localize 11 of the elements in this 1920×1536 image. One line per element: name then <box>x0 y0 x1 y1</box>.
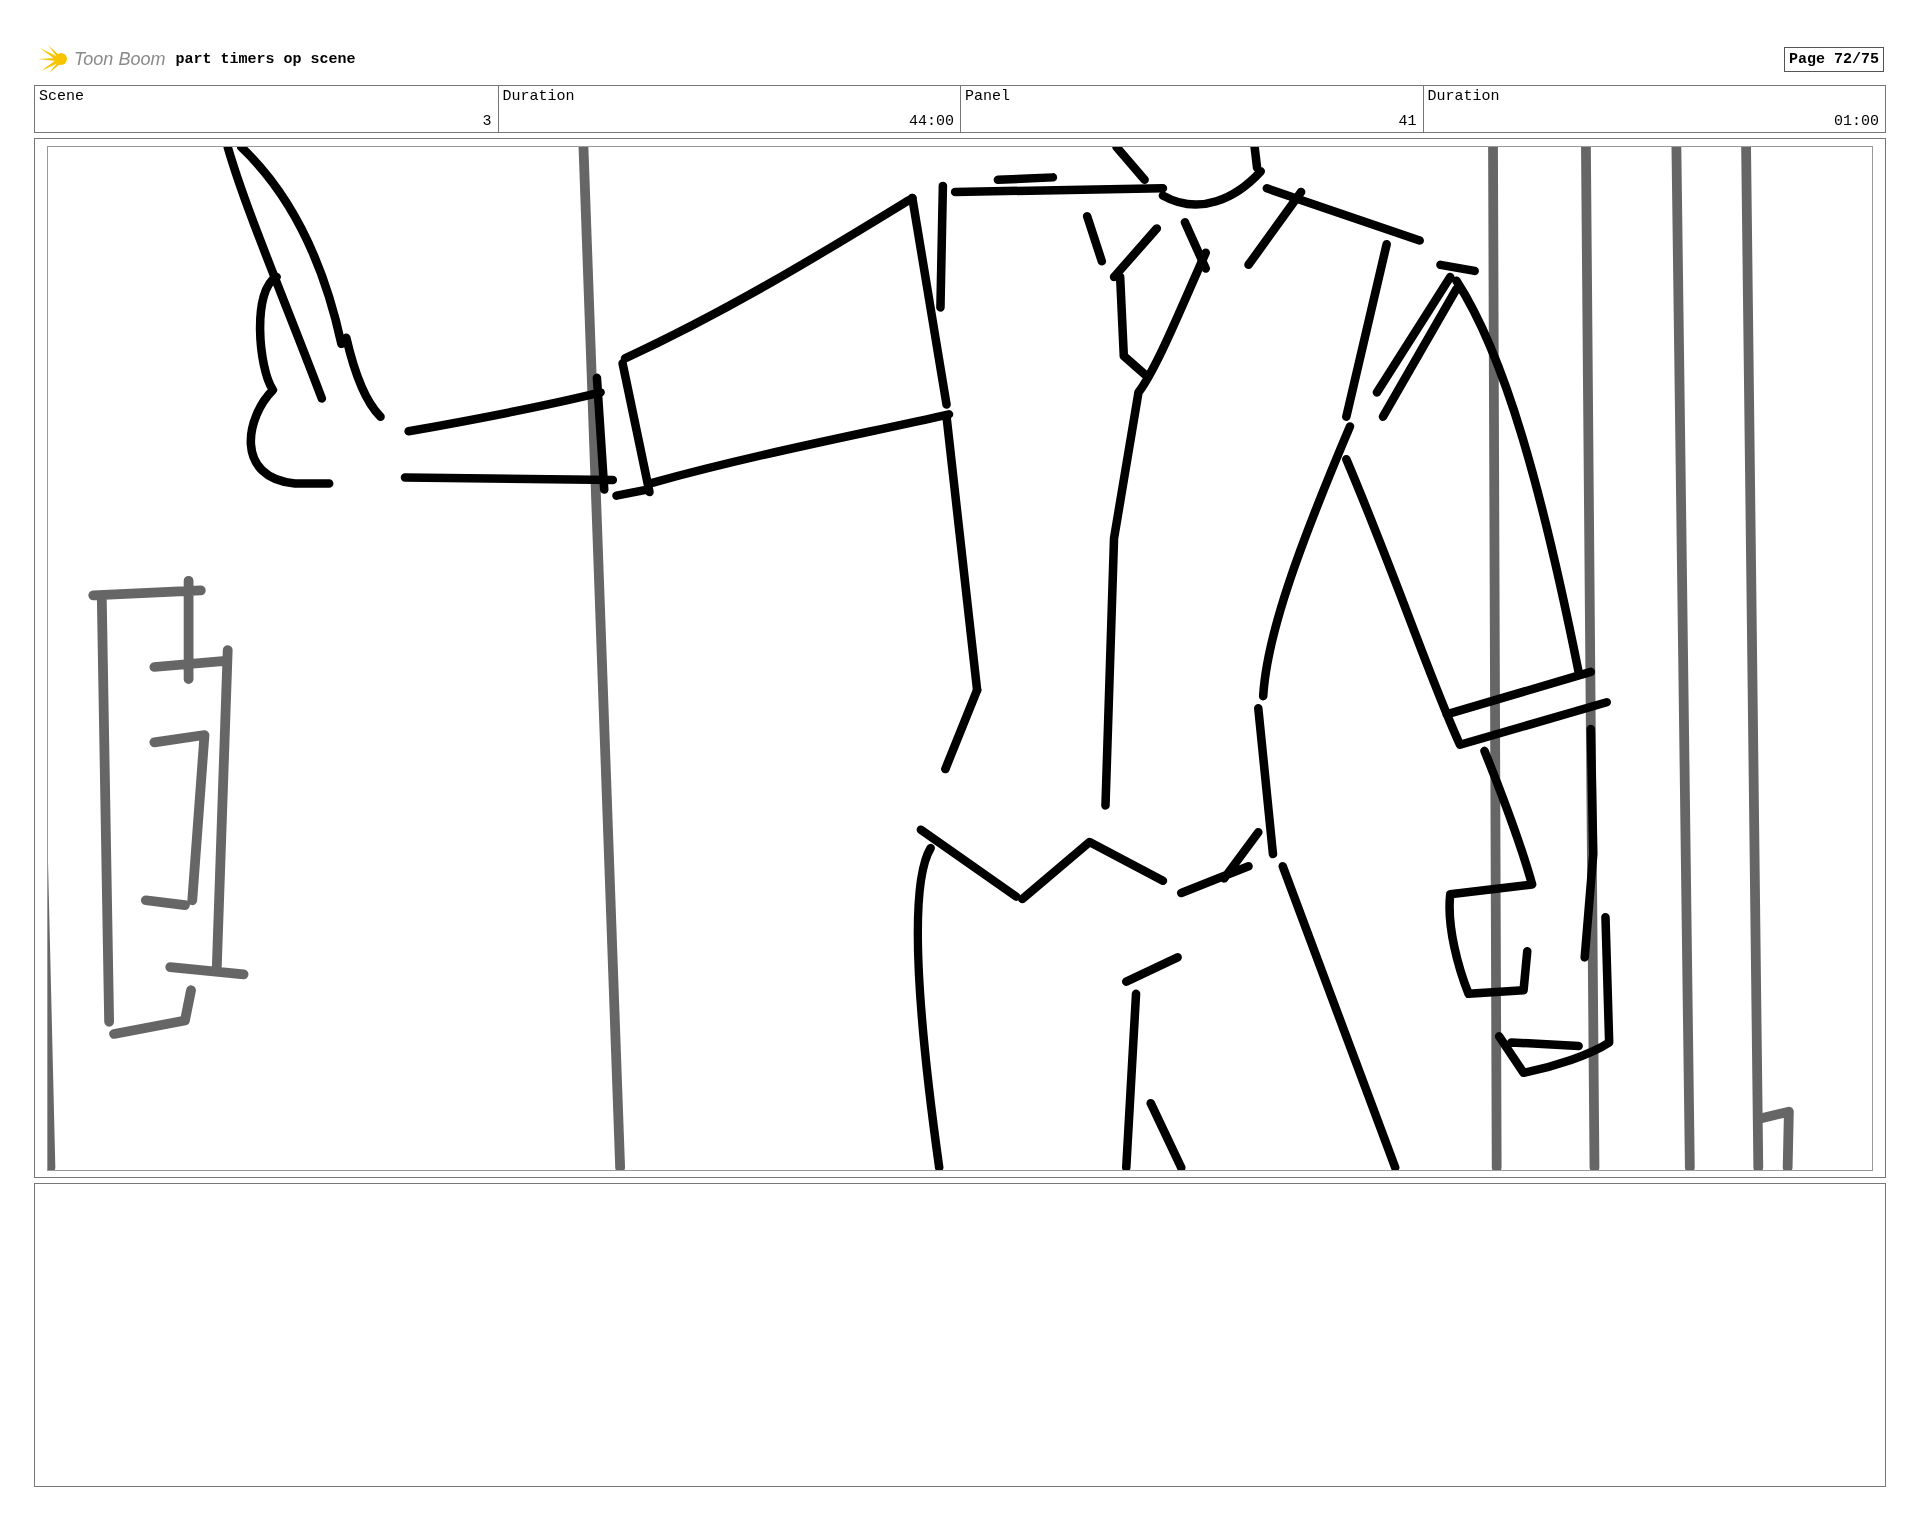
field-entry: 41 <box>1397 113 1417 130</box>
field-entry: 01:00 <box>1833 113 1879 130</box>
page-number: Page 72/75 <box>1784 46 1884 72</box>
field-entry: 3 <box>481 113 492 130</box>
field-heading: Panel <box>965 88 1011 105</box>
field-heading: Duration <box>502 88 576 105</box>
project-title: part timers op scene <box>175 50 356 68</box>
field-heading: Scene <box>39 88 85 105</box>
logo-text: Toon Boom <box>74 48 166 70</box>
field-entry: 44:00 <box>908 113 954 130</box>
field-heading: Duration <box>1427 88 1501 105</box>
